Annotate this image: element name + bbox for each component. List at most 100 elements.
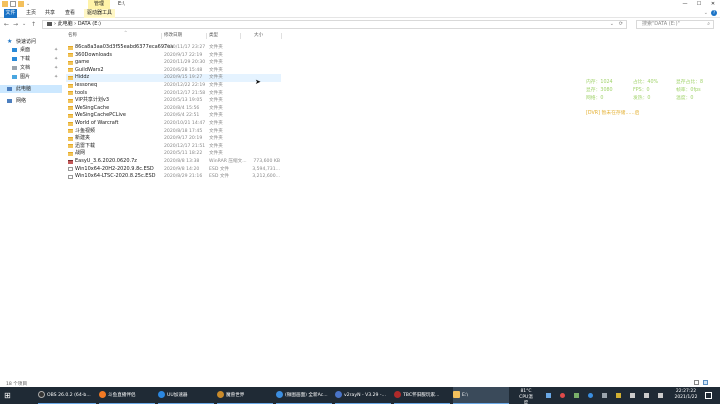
file-date: 2020/11/17 23:27 bbox=[164, 45, 206, 50]
column-header-size[interactable]: 大小 bbox=[254, 32, 263, 40]
taskbar-item-label: 魔兽世界 bbox=[226, 393, 245, 398]
forward-button[interactable]: → bbox=[13, 21, 18, 28]
address-dropdown-button[interactable]: ⌄ bbox=[610, 21, 614, 28]
sidebar-item-network[interactable]: 网络 bbox=[0, 97, 62, 105]
minimize-button[interactable]: — bbox=[678, 0, 692, 9]
title-bar: ⌄ 管理 E:\ — ☐ ✕ bbox=[0, 0, 720, 9]
taskbar-item-label: 斗鱼直播伴侣 bbox=[108, 393, 136, 398]
tab-drive-tools[interactable]: 驱动器工具 bbox=[84, 9, 116, 18]
file-type: ESD 文件 bbox=[209, 174, 230, 180]
file-date: 2020/10/21 14:47 bbox=[164, 121, 206, 126]
tab-file[interactable]: 文件 bbox=[4, 9, 17, 18]
file-row[interactable]: WeSingCache 2020/8/4 15:56 文件夹 bbox=[66, 105, 281, 113]
column-header-type[interactable]: 类型 bbox=[209, 32, 218, 40]
recent-locations-button[interactable]: ⌄ bbox=[22, 21, 26, 27]
back-button[interactable]: ← bbox=[4, 21, 9, 28]
file-row[interactable]: lessoneq 2020/12/22 22:19 文件夹 bbox=[66, 82, 281, 90]
file-type: 文件夹 bbox=[209, 60, 223, 66]
column-divider[interactable] bbox=[281, 33, 282, 39]
file-row[interactable]: 新建夹 2020/9/17 20:19 文件夹 bbox=[66, 135, 281, 143]
pin-icon: ✦ bbox=[54, 56, 59, 62]
file-row[interactable]: 360Downloads 2020/9/17 22:19 文件夹 bbox=[66, 52, 281, 60]
file-row[interactable]: 战网 2020/5/11 18:22 文件夹 bbox=[66, 150, 281, 158]
large-icons-view-icon[interactable] bbox=[703, 380, 708, 385]
file-row[interactable]: 86ca8a3aa03d3f55eabd6377eca697ea 2020/11/… bbox=[66, 44, 281, 52]
file-type: 文件夹 bbox=[209, 128, 223, 134]
tray-app-icon[interactable] bbox=[546, 393, 551, 398]
help-icon[interactable]: ? bbox=[711, 10, 717, 16]
cpu-temp-widget[interactable]: 81°C CPU温度 bbox=[518, 389, 534, 406]
new-folder-icon[interactable] bbox=[18, 1, 24, 7]
sidebar-item-label: 网络 bbox=[16, 98, 27, 104]
file-row[interactable]: 斗鱼视频 2020/8/18 17:45 文件夹 bbox=[66, 128, 281, 136]
download-icon bbox=[12, 57, 17, 61]
sidebar-item-pictures[interactable]: 图片 ✦ bbox=[0, 73, 62, 81]
file-row[interactable]: EasyU_3.6.2020.0620.7z 2020/8/8 13:38 WinR… bbox=[66, 158, 281, 166]
column-divider[interactable] bbox=[161, 33, 162, 39]
notification-icon[interactable] bbox=[705, 392, 712, 399]
taskbar-item-v2rayn[interactable]: v2rayN - V3.29 -... bbox=[335, 387, 391, 404]
tray-app-icon[interactable] bbox=[588, 393, 593, 398]
sidebar-item-this-pc[interactable]: 此电脑 bbox=[0, 85, 62, 93]
search-input[interactable]: 搜索"DATA (E:)" ⌕ bbox=[636, 20, 714, 29]
file-type: 文件夹 bbox=[209, 105, 223, 111]
taskbar-item-wow[interactable]: 魔兽世界 bbox=[217, 387, 273, 404]
desktop-icon bbox=[12, 48, 17, 52]
file-row[interactable]: World of Warcraft 2020/10/21 14:47 文件夹 bbox=[66, 120, 281, 128]
tab-view[interactable]: 查看 bbox=[62, 9, 78, 18]
properties-icon[interactable] bbox=[10, 1, 16, 7]
tray-app-icon[interactable] bbox=[574, 393, 579, 398]
network-icon[interactable] bbox=[630, 393, 635, 398]
file-row[interactable]: WeSingCachePCLive 2020/6/4 22:51 文件夹 bbox=[66, 112, 281, 120]
start-button[interactable]: ⊞ bbox=[4, 387, 11, 404]
refresh-button[interactable]: ⟳ bbox=[619, 21, 623, 28]
file-row[interactable]: GuildWars2 2020/6/28 15:48 文件夹 bbox=[66, 67, 281, 75]
file-date: 2020/11/29 20:30 bbox=[164, 60, 206, 66]
taskbar-item-label: OBS 26.0.2 (64-b... bbox=[47, 393, 91, 398]
file-row[interactable]: 迅雷下载 2020/12/17 21:51 文件夹 bbox=[66, 143, 281, 151]
sidebar-item-downloads[interactable]: 下载 ✦ bbox=[0, 55, 62, 63]
taskbar-item-tbc[interactable]: TBC怀旧服玩家... bbox=[394, 387, 450, 404]
tray-app-icon[interactable] bbox=[616, 393, 621, 398]
tray-app-icon[interactable] bbox=[602, 393, 607, 398]
column-divider[interactable] bbox=[240, 33, 241, 39]
file-row[interactable]: Win10x64-LTSC-2020.8.25c.ESD 2020/8/29 21… bbox=[66, 173, 281, 181]
sidebar-item-quick-access[interactable]: ★ 快速访问 bbox=[0, 38, 62, 46]
taskbar-item-label: v2rayN - V3.29 -... bbox=[344, 393, 386, 398]
taskbar-item-explorer[interactable]: E:\ bbox=[453, 387, 509, 404]
taskbar-item-browser[interactable]: (微图画面) 全新Ac... bbox=[276, 387, 332, 404]
input-method-icon[interactable] bbox=[658, 393, 663, 398]
window-title: E:\ bbox=[118, 1, 125, 7]
column-header-name[interactable]: 名称 bbox=[68, 32, 77, 40]
address-bar[interactable]: › 此电脑 › DATA (E:) ⌄ ⟳ bbox=[42, 20, 627, 29]
tab-home[interactable]: 主页 bbox=[23, 9, 39, 18]
close-button[interactable]: ✕ bbox=[706, 0, 720, 9]
taskbar-item-douyu[interactable]: 斗鱼直播伴侣 bbox=[99, 387, 155, 404]
performance-overlay: 内存：1024 占比：40% 显存占比：8 显存：3080 FPS：0 帧率：0… bbox=[586, 78, 716, 123]
tray-app-icon[interactable] bbox=[560, 393, 565, 398]
sidebar-item-desktop[interactable]: 桌面 ✦ bbox=[0, 46, 62, 54]
details-view-icon[interactable] bbox=[694, 380, 699, 385]
file-name: 战网 bbox=[75, 150, 86, 157]
file-row[interactable]: Win10x64-20H2-2020.9.8c.ESD 2020/9/8 14:2… bbox=[66, 166, 281, 174]
taskbar-item-uu[interactable]: UU加速器 bbox=[158, 387, 214, 404]
sidebar-item-documents[interactable]: 文档 ✦ bbox=[0, 64, 62, 72]
expand-ribbon-icon[interactable]: ⌄ bbox=[704, 10, 708, 16]
folder-icon bbox=[68, 106, 73, 111]
up-button[interactable]: ↑ bbox=[31, 21, 36, 28]
customize-toolbar-icon[interactable]: ⌄ bbox=[26, 1, 32, 7]
taskbar-item-obs[interactable]: OBS 26.0.2 (64-b... bbox=[38, 387, 96, 404]
file-row[interactable]: game 2020/11/29 20:30 文件夹 bbox=[66, 59, 281, 67]
column-divider[interactable] bbox=[206, 33, 207, 39]
tab-share[interactable]: 共享 bbox=[42, 9, 58, 18]
ribbon-tabs: 文件 主页 共享 查看 驱动器工具 ⌄ ? bbox=[0, 9, 720, 18]
column-header-date[interactable]: 修改日期 bbox=[164, 32, 182, 40]
clock[interactable]: 22:27:22 2021/1/22 bbox=[672, 389, 700, 406]
maximize-button[interactable]: ☐ bbox=[692, 0, 706, 9]
file-row[interactable]: VIP共享计划v3 2020/5/13 19:05 文件夹 bbox=[66, 97, 281, 105]
file-row[interactable]: Hiddz 2020/9/15 19:27 文件夹 bbox=[66, 74, 281, 82]
file-date: 2020/9/8 14:20 bbox=[164, 166, 200, 172]
file-type: WinRAR 压缩文... bbox=[209, 159, 247, 164]
volume-icon[interactable] bbox=[644, 393, 649, 398]
navigation-pane: ★ 快速访问 桌面 ✦ 下载 ✦ 文档 ✦ 图片 ✦ 此电脑 网络 bbox=[0, 32, 62, 377]
